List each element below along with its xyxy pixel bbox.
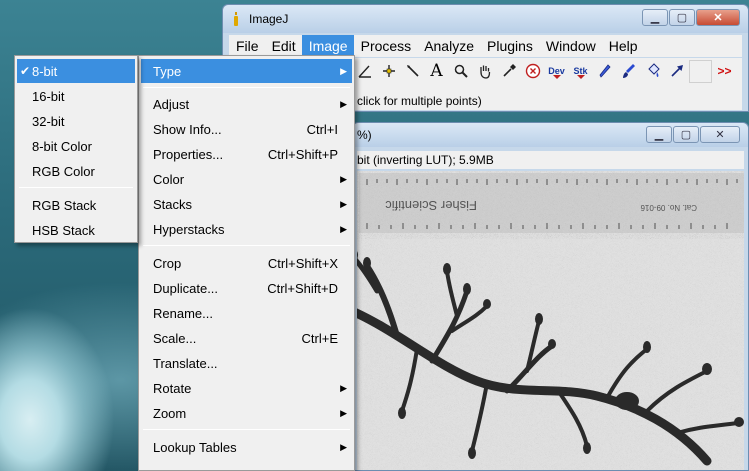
- menu-help[interactable]: Help: [602, 35, 644, 57]
- menu-item-color[interactable]: Color ▶: [141, 167, 352, 191]
- submenu-item-rgb-color[interactable]: RGB Color: [17, 159, 135, 183]
- menu-item-show-info[interactable]: Show Info... Ctrl+I: [141, 117, 352, 141]
- imagej-titlebar[interactable]: ImageJ ▁ ▢ ✕: [223, 5, 748, 33]
- more-tools-icon[interactable]: >>: [713, 60, 736, 83]
- image-close-button[interactable]: ✕: [700, 126, 740, 143]
- submenu-item-rgb-stack[interactable]: RGB Stack: [17, 193, 135, 217]
- blank-tool[interactable]: [689, 60, 712, 83]
- menu-item-lookup-tables[interactable]: Lookup Tables ▶: [141, 435, 352, 459]
- pencil-tool-icon[interactable]: [593, 60, 616, 83]
- menu-separator: [143, 429, 350, 430]
- menu-separator: [143, 245, 350, 246]
- type-submenu: ✔ 8-bit 16-bit 32-bit 8-bit Color RGB Col…: [14, 55, 138, 243]
- text-tool-icon[interactable]: A: [425, 60, 448, 83]
- wand-tool-icon[interactable]: [401, 60, 424, 83]
- submenu-arrow-icon: ▶: [340, 174, 347, 184]
- dev-menu-tool[interactable]: Dev: [545, 60, 568, 83]
- menu-item-adjust[interactable]: Adjust ▶: [141, 92, 352, 116]
- brush-tool-icon[interactable]: [617, 60, 640, 83]
- submenu-item-8-bit-color[interactable]: 8-bit Color: [17, 134, 135, 158]
- menu-process[interactable]: Process: [354, 35, 418, 57]
- maximize-button[interactable]: ▢: [669, 9, 695, 26]
- menu-item-properties[interactable]: Properties... Ctrl+Shift+P: [141, 142, 352, 166]
- menu-item-translate[interactable]: Translate...: [141, 351, 352, 375]
- menu-item-hyperstacks[interactable]: Hyperstacks ▶: [141, 217, 352, 241]
- menu-file[interactable]: File: [229, 35, 265, 57]
- image-titlebar[interactable]: %) ▁ ▢ ✕: [353, 123, 748, 147]
- menu-edit[interactable]: Edit: [265, 35, 302, 57]
- submenu-arrow-icon: ▶: [340, 99, 347, 109]
- menu-window[interactable]: Window: [539, 35, 602, 57]
- image-window: %) ▁ ▢ ✕ bit (inverting LUT); 5.9MB Fish…: [352, 122, 749, 471]
- color-picker-icon[interactable]: [497, 60, 520, 83]
- flood-fill-tool-icon[interactable]: [641, 60, 664, 83]
- submenu-arrow-icon: ▶: [340, 66, 347, 76]
- checkmark-icon: ✔: [20, 64, 31, 78]
- submenu-arrow-icon: ▶: [340, 383, 347, 393]
- submenu-arrow-icon: ▶: [340, 442, 347, 452]
- menu-item-rotate[interactable]: Rotate ▶: [141, 376, 352, 400]
- hand-tool-icon[interactable]: [473, 60, 496, 83]
- imagej-window-title: ImageJ: [249, 12, 289, 26]
- menu-item-duplicate[interactable]: Duplicate... Ctrl+Shift+D: [141, 276, 352, 300]
- minimize-button[interactable]: ▁: [642, 9, 668, 26]
- specimen-image: Fisher Scientific Cat. No. 09-016: [357, 171, 744, 470]
- imagej-app-icon: [234, 12, 238, 26]
- submenu-item-hsb-stack[interactable]: HSB Stack: [17, 218, 135, 242]
- menu-image[interactable]: Image: [301, 35, 354, 57]
- submenu-arrow-icon: ▶: [340, 224, 347, 234]
- image-maximize-button[interactable]: ▢: [673, 126, 699, 143]
- ruler-cat-text: Cat. No. 09-016: [640, 203, 697, 212]
- menu-plugins[interactable]: Plugins: [480, 35, 539, 57]
- menu-item-scale[interactable]: Scale... Ctrl+E: [141, 326, 352, 350]
- stk-menu-tool[interactable]: Stk: [569, 60, 592, 83]
- menu-item-type[interactable]: Type ▶: [141, 59, 352, 83]
- menu-item-rename[interactable]: Rename...: [141, 301, 352, 325]
- close-tool-icon[interactable]: [521, 60, 544, 83]
- image-info-line: bit (inverting LUT); 5.9MB: [357, 151, 744, 169]
- close-button[interactable]: ✕: [696, 9, 740, 26]
- image-minimize-button[interactable]: ▁: [646, 126, 672, 143]
- submenu-item-8-bit[interactable]: ✔ 8-bit: [17, 59, 135, 83]
- point-tool-icon[interactable]: [377, 60, 400, 83]
- menu-separator: [19, 187, 133, 188]
- menu-separator: [143, 87, 350, 88]
- menu-item-crop[interactable]: Crop Ctrl+Shift+X: [141, 251, 352, 275]
- arrow-tool-icon[interactable]: [665, 60, 688, 83]
- imagej-menubar: File Edit Image Process Analyze Plugins …: [229, 35, 742, 57]
- ruler-brand-text: Fisher Scientific: [385, 198, 477, 213]
- submenu-arrow-icon: ▶: [340, 199, 347, 209]
- submenu-item-32-bit[interactable]: 32-bit: [17, 109, 135, 133]
- angle-tool-icon[interactable]: [353, 60, 376, 83]
- menu-item-stacks[interactable]: Stacks ▶: [141, 192, 352, 216]
- magnifier-tool-icon[interactable]: [449, 60, 472, 83]
- submenu-item-16-bit[interactable]: 16-bit: [17, 84, 135, 108]
- image-menu: Type ▶ Adjust ▶ Show Info... Ctrl+I Propert…: [138, 55, 355, 471]
- menu-analyze[interactable]: Analyze: [417, 35, 480, 57]
- image-canvas[interactable]: Fisher Scientific Cat. No. 09-016: [357, 171, 744, 470]
- menu-item-zoom[interactable]: Zoom ▶: [141, 401, 352, 425]
- image-window-title: %): [357, 128, 372, 142]
- submenu-arrow-icon: ▶: [340, 408, 347, 418]
